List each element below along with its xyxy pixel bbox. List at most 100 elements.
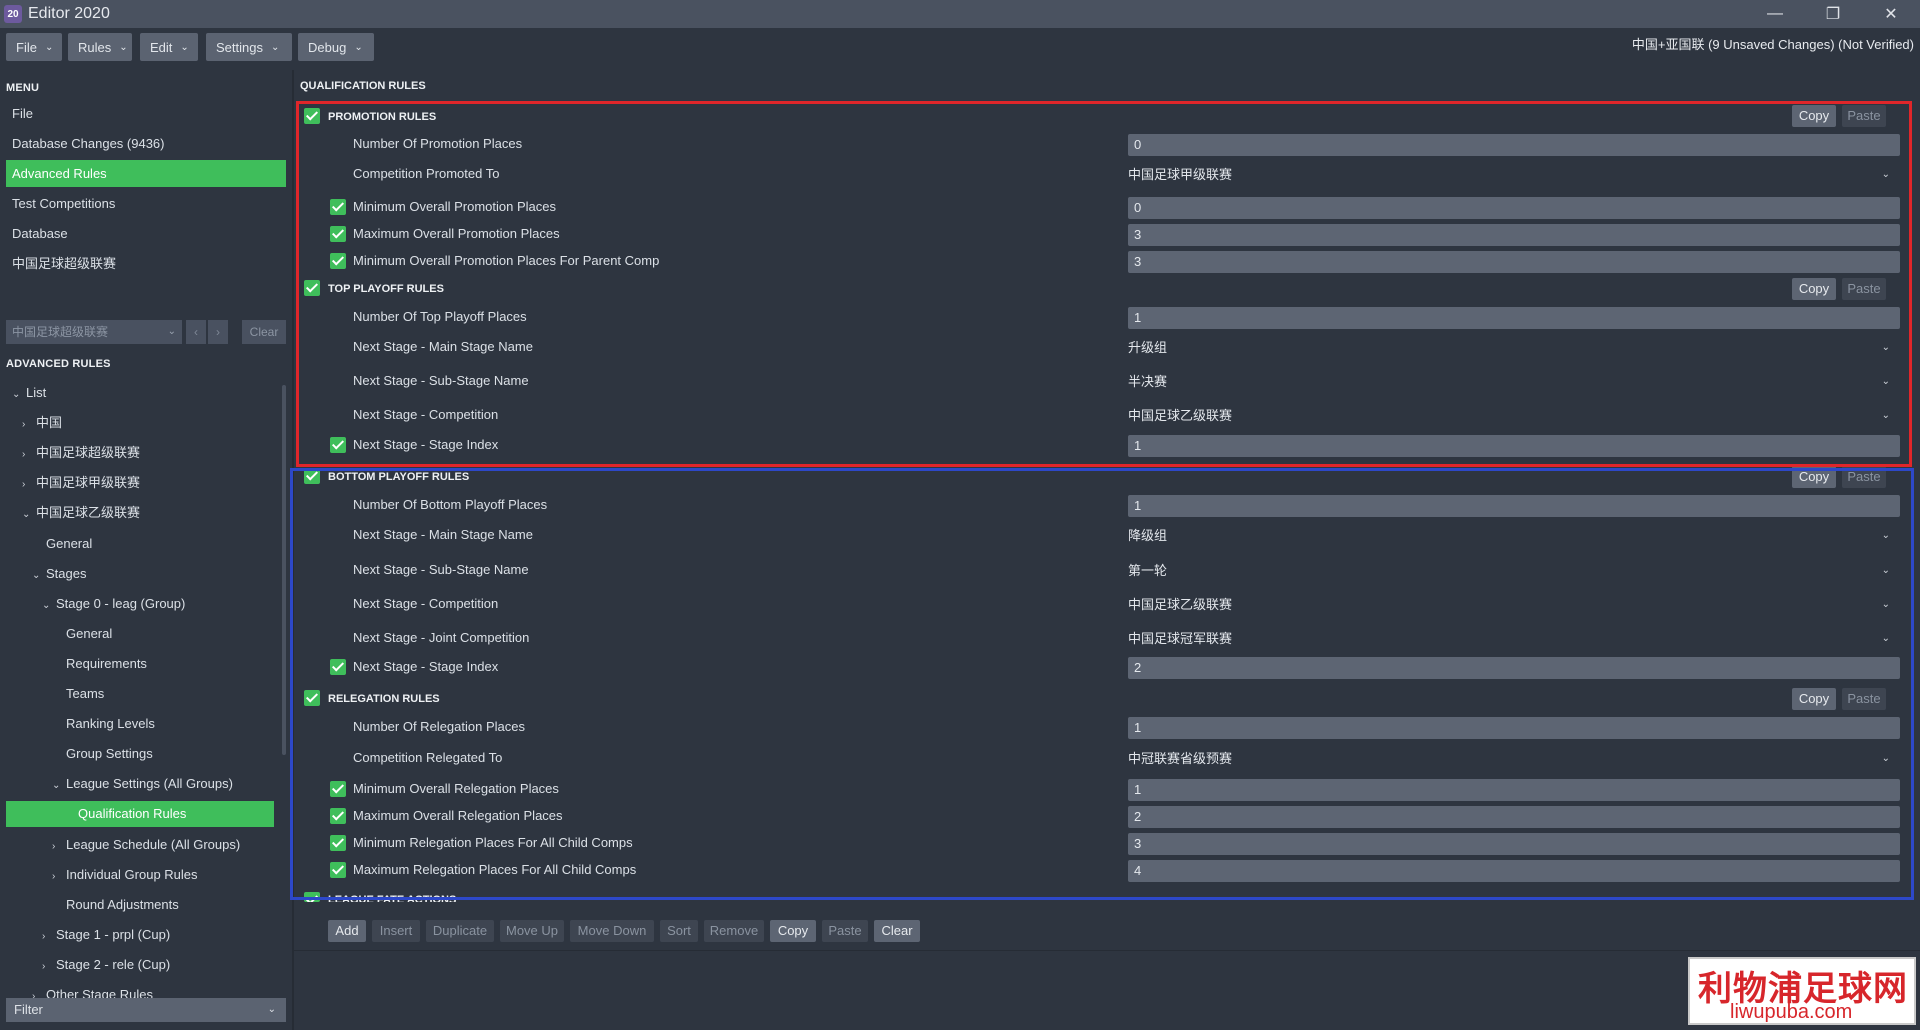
tree-item[interactable]: Round Adjustments xyxy=(52,892,179,918)
tree-item-label: General xyxy=(46,536,93,551)
chevron-down-icon: ⌄ xyxy=(267,1004,276,1015)
chevron-right-icon[interactable]: › xyxy=(52,864,66,890)
chevron-down-icon[interactable]: ⌄ xyxy=(12,382,26,408)
tree-item-label: League Schedule (All Groups) xyxy=(66,837,241,852)
insert-button[interactable]: Insert xyxy=(372,920,420,942)
tree-item-label: Teams xyxy=(66,686,105,701)
watermark-url-text: liwupuba.com xyxy=(1730,1001,1853,1023)
sidebar-item-test-competitions[interactable]: Test Competitions xyxy=(6,190,286,217)
chevron-down-icon[interactable]: ⌄ xyxy=(42,593,56,619)
chevron-right-icon[interactable]: › xyxy=(22,442,36,468)
tree-item-label: 中国足球甲级联赛 xyxy=(36,475,141,490)
tree-item[interactable]: › Individual Group Rules xyxy=(52,862,198,888)
chevron-down-icon: ⌄ xyxy=(270,41,280,53)
filter-select[interactable]: Filter ⌄ xyxy=(6,998,286,1022)
tree-item[interactable]: ⌄ List xyxy=(12,380,46,406)
tree-item-label: General xyxy=(66,626,113,641)
next-arrow-icon[interactable]: › xyxy=(208,320,228,344)
tree-item-label: League Settings (All Groups) xyxy=(66,776,233,791)
tree-item[interactable]: Requirements xyxy=(52,651,147,677)
tree-item[interactable]: › 中国足球甲级联赛 xyxy=(22,470,140,496)
menu-file-button[interactable]: File ⌄ xyxy=(6,33,62,61)
tree-item[interactable]: ⌄ Stages xyxy=(32,561,86,587)
chevron-down-icon: ⌄ xyxy=(354,41,363,53)
chevron-right-icon[interactable]: › xyxy=(32,984,46,998)
menu-heading: MENU xyxy=(6,82,40,94)
sort-button[interactable]: Sort xyxy=(660,920,698,942)
chevron-down-icon[interactable]: ⌄ xyxy=(52,773,66,799)
move-up-button[interactable]: Move Up xyxy=(500,920,564,942)
duplicate-button[interactable]: Duplicate xyxy=(426,920,494,942)
clear-list-button[interactable]: Clear xyxy=(874,920,920,942)
menu-edit-button[interactable]: Edit ⌄ xyxy=(140,33,198,61)
sidebar-scrollbar[interactable] xyxy=(282,385,286,755)
sidebar-item-database-changes[interactable]: Database Changes (9436) xyxy=(6,130,286,157)
tree-item[interactable]: Qualification Rules xyxy=(6,801,274,827)
tree-item-label: Individual Group Rules xyxy=(66,867,198,882)
add-button[interactable]: Add xyxy=(328,920,366,942)
menu-bar: File ⌄ Rules ⌄ Edit ⌄ Settings ⌄ Debug ⌄ 中国+亚… xyxy=(0,28,1920,70)
relegation-highlight-box xyxy=(290,468,1914,900)
clear-button[interactable]: Clear xyxy=(242,320,286,344)
tree-item[interactable]: ⌄ Stage 0 - leag (Group) xyxy=(42,591,185,617)
chevron-down-icon: ⌄ xyxy=(180,41,189,53)
site-watermark: 利物浦足球网 liwupuba.com xyxy=(1688,957,1916,1025)
minimize-icon[interactable]: — xyxy=(1746,0,1804,28)
prev-arrow-icon[interactable]: ‹ xyxy=(186,320,206,344)
sidebar-item-competition[interactable]: 中国足球超级联赛 xyxy=(6,250,286,277)
chevron-right-icon[interactable]: › xyxy=(42,924,56,950)
chevron-down-icon: ⌄ xyxy=(119,41,128,53)
tree-item[interactable]: › League Schedule (All Groups) xyxy=(52,832,240,858)
tree-item-label: Stages xyxy=(46,566,87,581)
tree-item[interactable]: › Stage 1 - prpl (Cup) xyxy=(42,922,170,948)
tree-item-label: Other Stage Rules xyxy=(46,987,153,998)
menu-settings-button[interactable]: Settings ⌄ xyxy=(206,33,292,61)
copy-button[interactable]: Copy xyxy=(770,920,816,942)
sidebar-item-file[interactable]: File xyxy=(6,100,286,127)
menu-debug-button[interactable]: Debug ⌄ xyxy=(298,33,374,61)
tree-item[interactable]: › 中国足球超级联赛 xyxy=(22,440,140,466)
window-title: Editor 2020 xyxy=(28,5,110,22)
move-down-button[interactable]: Move Down xyxy=(570,920,654,942)
tree-item[interactable]: ⌄ 中国足球乙级联赛 xyxy=(22,500,140,526)
tree-item-label: Stage 0 - leag (Group) xyxy=(56,596,186,611)
page-title: QUALIFICATION RULES xyxy=(300,80,426,92)
close-icon[interactable]: ✕ xyxy=(1862,0,1920,28)
tree-item[interactable]: Ranking Levels xyxy=(52,711,155,737)
chevron-down-icon: ⌄ xyxy=(167,326,176,337)
chevron-right-icon[interactable]: › xyxy=(42,954,56,980)
menu-rules-button[interactable]: Rules ⌄ xyxy=(68,33,132,61)
tree-item-label: Group Settings xyxy=(66,746,153,761)
chevron-down-icon[interactable]: ⌄ xyxy=(22,502,36,528)
status-text: 中国+亚国联 (9 Unsaved Changes) (Not Verified… xyxy=(1631,37,1914,52)
tree-item-label: Stage 1 - prpl (Cup) xyxy=(56,927,171,942)
tree-item[interactable]: General xyxy=(52,621,112,647)
tree-item[interactable]: Teams xyxy=(52,681,104,707)
chevron-right-icon[interactable]: › xyxy=(52,834,66,860)
sidebar-item-advanced-rules[interactable]: Advanced Rules xyxy=(6,160,286,187)
chevron-down-icon[interactable]: ⌄ xyxy=(32,563,46,589)
tree-item-label: 中国足球乙级联赛 xyxy=(36,505,141,520)
tree-item-label: Stage 2 - rele (Cup) xyxy=(56,957,171,972)
sidebar-item-database[interactable]: Database xyxy=(6,220,286,247)
window-controls: — ❐ ✕ xyxy=(1746,0,1920,28)
tree-item-label: List xyxy=(26,385,47,400)
paste-button[interactable]: Paste xyxy=(822,920,868,942)
tree-item[interactable]: › 中国 xyxy=(22,410,62,436)
tree-item[interactable]: ⌄ League Settings (All Groups) xyxy=(52,771,233,797)
chevron-right-icon[interactable]: › xyxy=(22,412,36,438)
tree-item-label: 中国足球超级联赛 xyxy=(36,445,141,460)
chevron-right-icon[interactable]: › xyxy=(22,472,36,498)
title-bar: 20 Editor 2020 — ❐ ✕ xyxy=(0,0,1920,28)
sidebar: MENU File Database Changes (9436) Advanc… xyxy=(0,70,292,1030)
competition-select[interactable]: 中国足球超级联赛 ⌄ xyxy=(6,320,182,344)
tree-item[interactable]: › Other Stage Rules xyxy=(32,982,153,998)
tree-item-label: Ranking Levels xyxy=(66,716,155,731)
tree-item[interactable]: › Stage 2 - rele (Cup) xyxy=(42,952,170,978)
tree-item[interactable]: General xyxy=(32,531,92,557)
tree-item-label: Round Adjustments xyxy=(66,897,179,912)
advanced-rules-heading: ADVANCED RULES xyxy=(6,358,111,370)
tree-item[interactable]: Group Settings xyxy=(52,741,153,767)
remove-button[interactable]: Remove xyxy=(704,920,764,942)
restore-icon[interactable]: ❐ xyxy=(1804,0,1862,28)
